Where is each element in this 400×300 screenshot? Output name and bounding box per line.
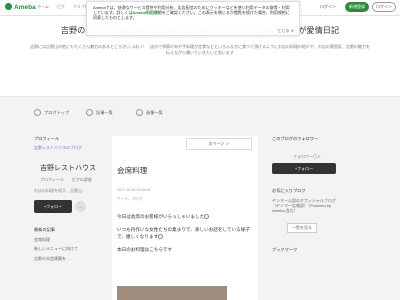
login-button[interactable]: ログイン <box>372 2 396 12</box>
follow-button-right[interactable]: +フォロー <box>272 163 336 174</box>
favorite-blogs-heading: お気に入りブログ <box>272 188 306 193</box>
nav-pigg-link[interactable]: ピグ <box>57 4 65 10</box>
profile-links: プロフィール ピグの部屋 <box>40 177 100 183</box>
global-nav: ホーム ピグ アメブロ <box>37 4 89 10</box>
ameba-logo-icon <box>5 3 12 10</box>
post-body: 今日は会席のお客様がいらっしゃいました いつも丹作いな女性たちの集まりで、楽しい… <box>117 213 253 258</box>
favorite-blog-link[interactable]: ヤンマー公認のオフィシャルブログ（ヤンマー広報部）（Powered by Ame… <box>272 198 342 213</box>
cookie-close-button[interactable]: とじる ✕ <box>278 28 294 33</box>
login-link[interactable]: ログイン <box>320 4 336 10</box>
post-paragraph: いつも丹作いな女性たちの集まりで、楽しいお話をしている様子で、嬉しくなります <box>117 226 250 239</box>
follow-row: +フォロー … <box>34 200 100 213</box>
post-theme-link[interactable]: テーマ：ブログ <box>117 197 142 202</box>
post-paragraph: 本日のお料理はこちらです <box>117 246 172 252</box>
post-image[interactable] <box>117 286 227 300</box>
smile-emoji-icon <box>158 234 164 239</box>
follow-button[interactable]: +フォロー <box>34 200 72 213</box>
pigg-room-link[interactable]: ピグの部屋 <box>72 177 92 183</box>
followers-heading: このブログのフォロワー <box>272 136 319 141</box>
article: 次ページ ＞ 会席料理 2017-10-18 13:28:44 テーマ：ブログ … <box>112 136 258 300</box>
profile-description: お店の料理を紹介、吉野山… <box>34 188 86 193</box>
recent-entry-link[interactable]: 吉野の木造建築を… <box>34 256 100 262</box>
post-title[interactable]: 会席料理 <box>117 165 147 176</box>
more-button[interactable]: … <box>75 201 86 212</box>
right-sidebar: このブログのフォロワー フォロワー〇人 +フォロー お気に入りブログ ヤンマー公… <box>272 136 342 253</box>
cookie-notice: Amebaでは、快適なサービス提供や利用分析、広告配信のためにクッキーなどを使い… <box>86 1 300 36</box>
nav-home-link[interactable]: ホーム <box>37 4 49 10</box>
profile-heading: プロフィール <box>34 136 60 141</box>
post-paragraph: 今日は会席のお客様がいらっしゃいました <box>117 213 253 221</box>
blog-description: 吉野には吉野山の他にもたくさん魅力のあるところがいっぱい！ 店内で季節の旬や手料… <box>30 44 370 55</box>
recent-entries-list: 会席料理 新しいメニューに向けて 吉野の木造建築を… <box>34 237 100 262</box>
view-all-button[interactable]: 一覧を見る <box>287 223 317 233</box>
profile-name[interactable]: 吉野レストハウス <box>40 163 100 173</box>
next-page-button[interactable]: 次ページ ＞ <box>186 138 252 150</box>
entry-list-link[interactable]: 記事一覧 <box>86 109 113 116</box>
recent-entry-link[interactable]: 新しいメニューに向けて <box>34 246 100 252</box>
list-icon <box>86 109 93 116</box>
image-list-link[interactable]: 画像一覧 <box>136 109 163 116</box>
profile-image[interactable]: 吉野レストハウスのブログ <box>34 145 94 158</box>
blog-top-link[interactable]: ブログトップ <box>34 109 69 116</box>
smile-emoji-icon <box>204 214 210 219</box>
post-date: 2017-10-18 13:28:44 <box>117 188 151 192</box>
left-sidebar: プロフィール 吉野レストハウスのブログ 吉野レストハウス プロフィール ピグの部… <box>34 136 100 262</box>
image-icon <box>136 109 143 116</box>
account-actions: ログイン 新規登録 ログイン <box>320 2 396 12</box>
home-icon <box>34 109 41 116</box>
recent-entry-link[interactable]: 会席料理 <box>34 237 100 243</box>
register-button[interactable]: 新規登録 <box>345 2 369 12</box>
follower-count: フォロワー〇人 <box>293 154 321 159</box>
ameba-logo[interactable]: Ameba <box>5 3 36 11</box>
bookmark-heading: ブックマーク <box>272 247 298 252</box>
profile-link[interactable]: プロフィール <box>40 177 64 183</box>
recent-entries-heading: 最新の記事 <box>34 227 55 232</box>
blog-nav: ブログトップ 記事一覧 画像一覧 <box>0 96 400 130</box>
